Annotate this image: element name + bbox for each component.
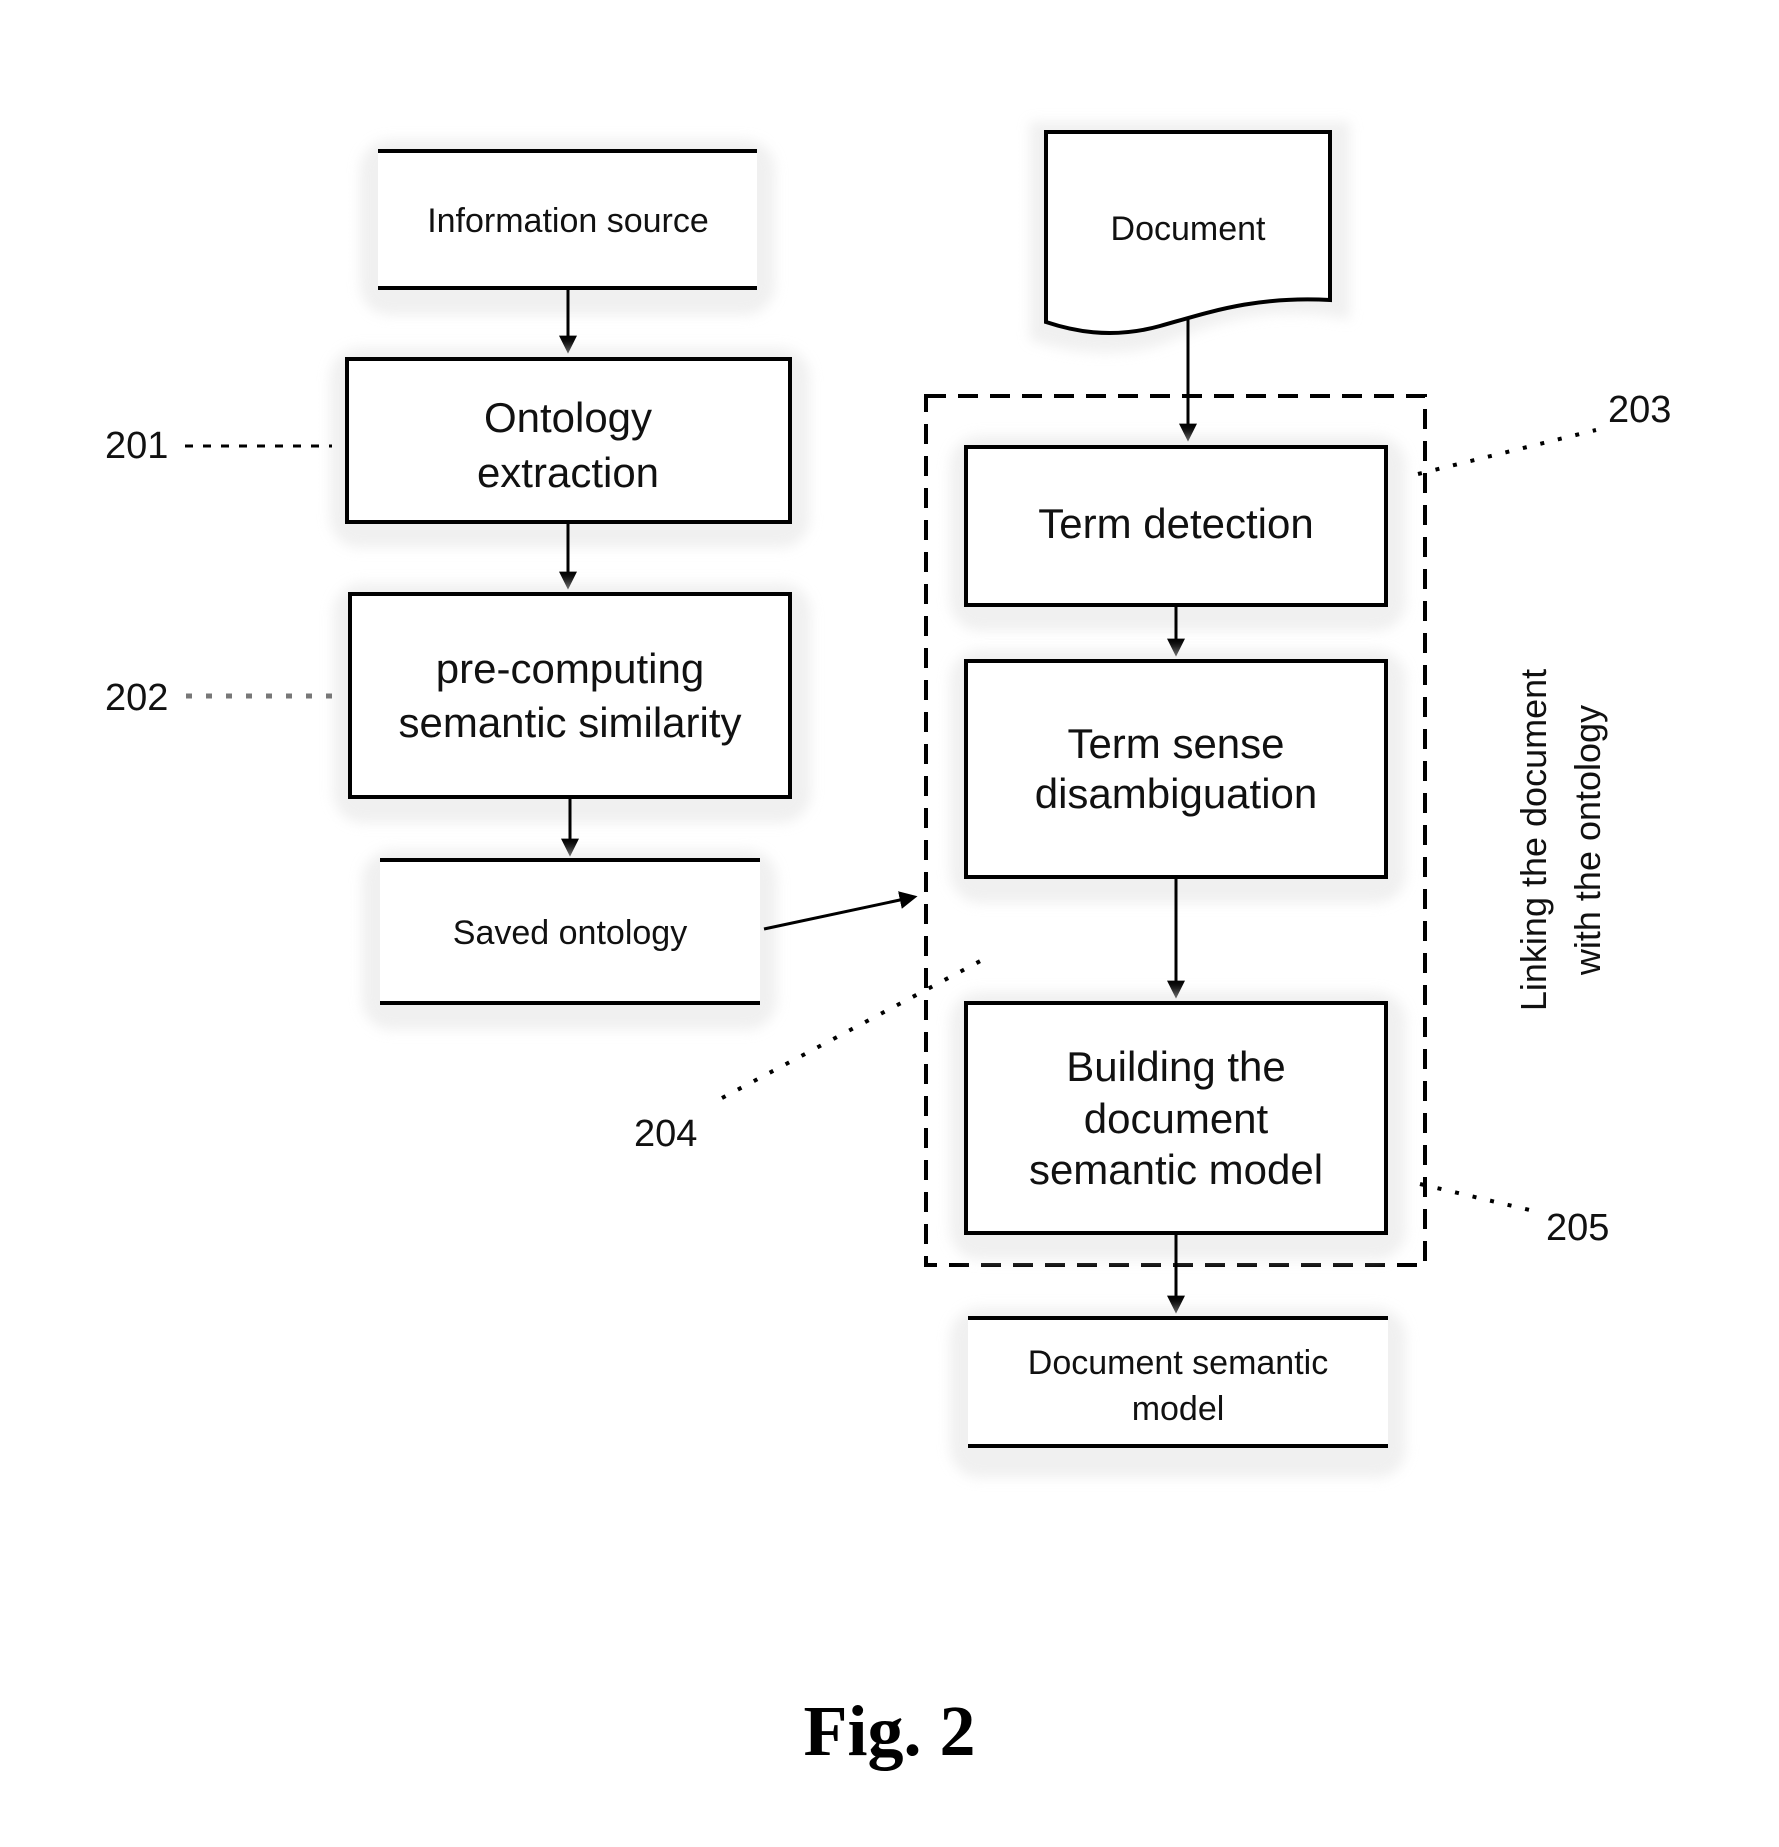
information-source-box: Information source xyxy=(360,140,775,315)
building-model-label-line1: Building the xyxy=(1066,1043,1286,1090)
leader-205 xyxy=(1419,1182,1539,1214)
term-detection-box: Term detection xyxy=(950,436,1406,631)
leader-203 xyxy=(1417,428,1597,476)
term-detection-label: Term detection xyxy=(1038,500,1313,547)
arrow-saved-to-linking-group xyxy=(763,891,918,931)
term-sense-label-line1: Term sense xyxy=(1067,720,1284,767)
ref-204: 204 xyxy=(634,1113,697,1155)
document-label: Document xyxy=(1111,210,1267,248)
term-sense-box: Term sense disambiguation xyxy=(950,650,1406,903)
saved-ontology-label: Saved ontology xyxy=(453,914,687,952)
document-semantic-model-box: Document semantic model xyxy=(950,1308,1406,1478)
linking-label-line1: Linking the document xyxy=(1513,669,1554,1011)
figure-caption: Fig. 2 xyxy=(803,1691,976,1771)
building-model-label-line3: semantic model xyxy=(1029,1146,1323,1193)
precomputing-box: pre-computing semantic similarity xyxy=(333,583,811,823)
ref-202: 202 xyxy=(105,677,168,719)
document-shape: Document xyxy=(1030,122,1350,353)
saved-ontology-box: Saved ontology xyxy=(362,850,777,1030)
ontology-extraction-box: Ontology extraction xyxy=(330,348,810,548)
ref-205: 205 xyxy=(1546,1207,1609,1249)
document-semantic-model-label-line2: model xyxy=(1132,1390,1225,1428)
ontology-extraction-label-line2: extraction xyxy=(477,449,659,496)
ref-201: 201 xyxy=(105,425,168,467)
information-source-label: Information source xyxy=(427,202,709,240)
precomputing-label-line1: pre-computing xyxy=(436,645,704,692)
flowchart: Information source Ontology extraction 2… xyxy=(105,122,1671,1478)
building-model-box: Building the document semantic model xyxy=(950,992,1406,1260)
ref-203: 203 xyxy=(1608,389,1671,431)
ontology-extraction-label-line1: Ontology xyxy=(484,394,652,441)
linking-label-line2: with the ontology xyxy=(1567,705,1608,976)
precomputing-label-line2: semantic similarity xyxy=(398,699,741,746)
building-model-label-line2: document xyxy=(1084,1095,1269,1142)
document-semantic-model-label-line1: Document semantic xyxy=(1028,1344,1328,1382)
term-sense-label-line2: disambiguation xyxy=(1035,770,1318,817)
linking-group-side-label: Linking the document with the ontology xyxy=(1513,669,1608,1011)
